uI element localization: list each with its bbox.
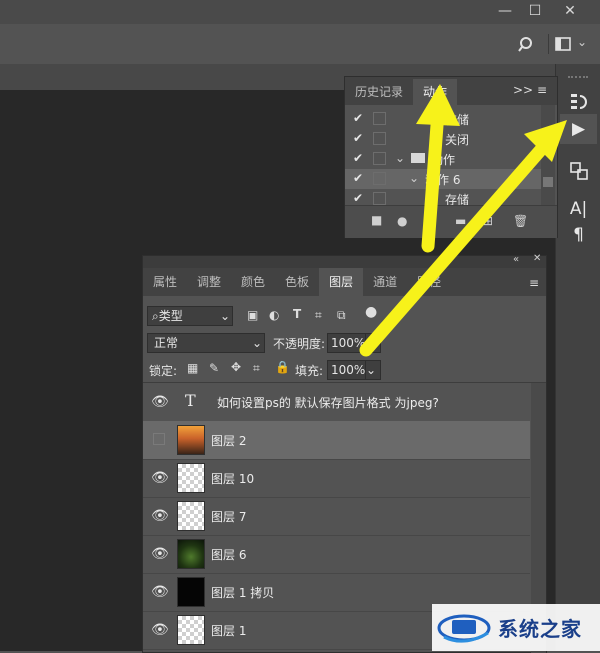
arrow-head-actions-tab <box>416 84 460 126</box>
arrow-to-play-icon <box>359 138 552 357</box>
annotation-arrows <box>359 84 567 357</box>
watermark: 系统之家 <box>432 604 600 651</box>
arrow-to-actions-tab <box>421 105 445 253</box>
watermark-text: 系统之家 <box>498 617 582 641</box>
watermark-logo-icon <box>437 614 491 643</box>
